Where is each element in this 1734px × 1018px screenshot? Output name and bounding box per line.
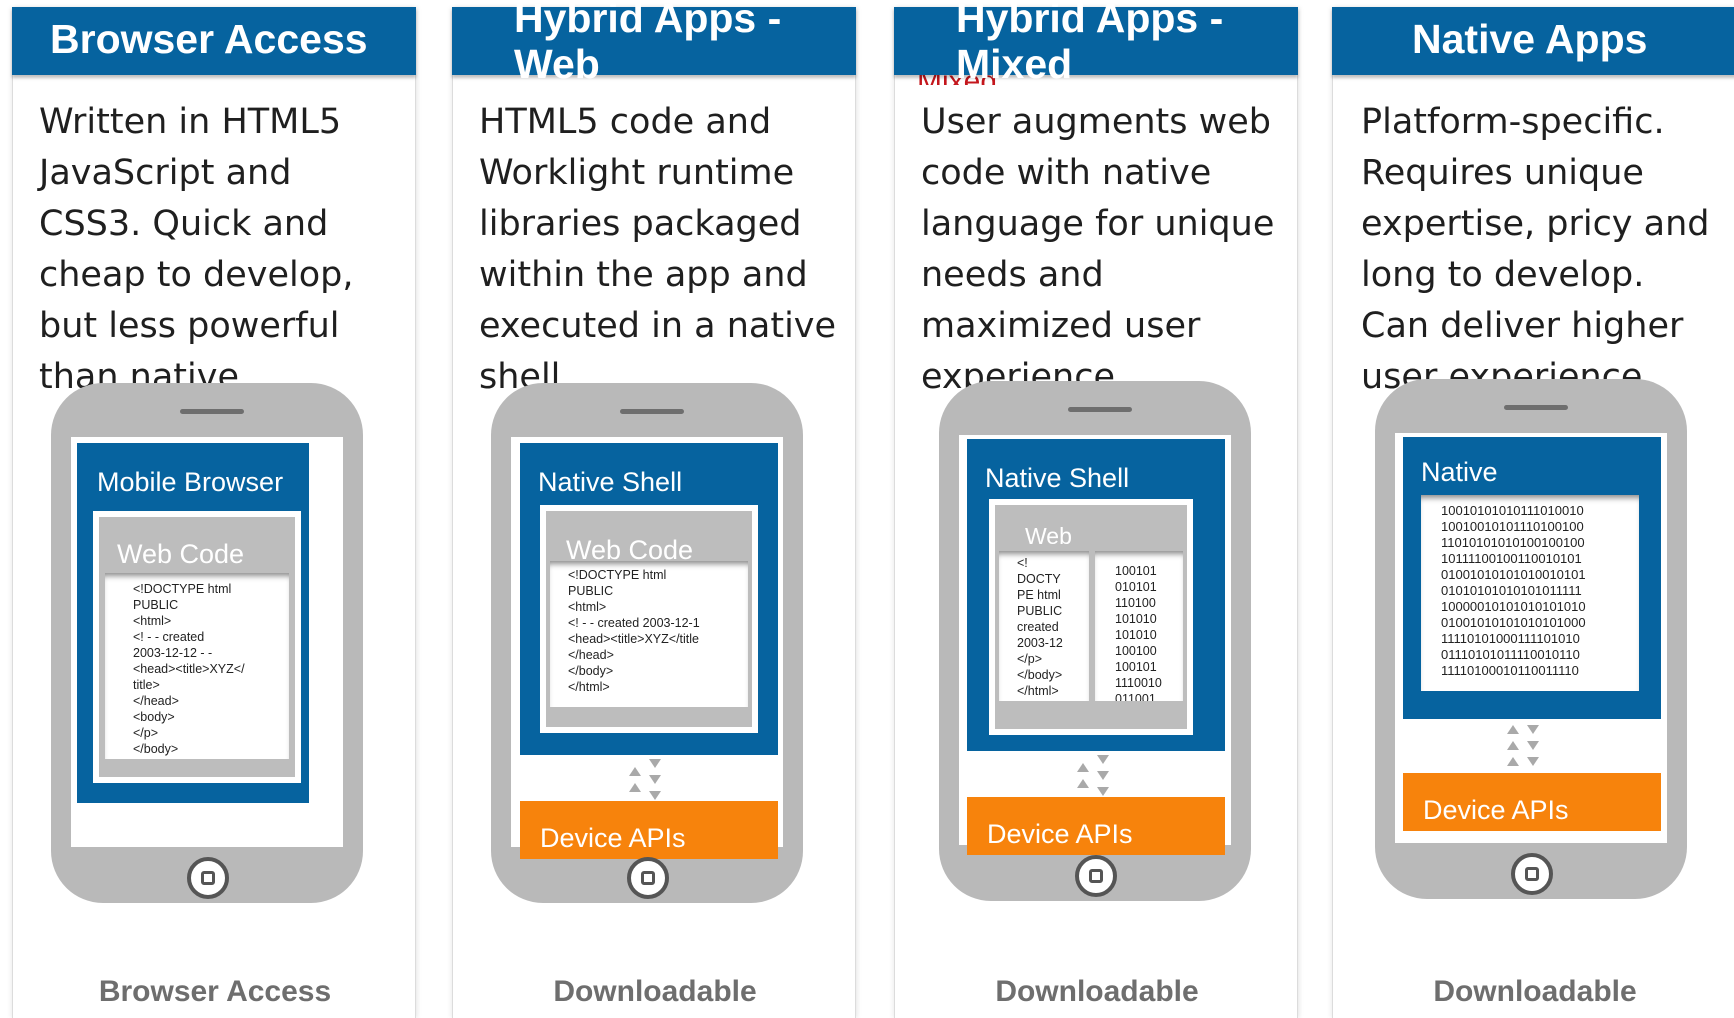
- column-header: Hybrid Apps - Mixed: [894, 0, 1298, 87]
- speaker-icon: [180, 409, 244, 414]
- device-apis-box: Device APIs: [1403, 773, 1661, 831]
- column-hybrid-mixed: Mixed Hybrid Apps - Mixed User augments …: [894, 0, 1298, 1018]
- phone-illustration: Native Shell Web Code <!DOCTYPE html PUB…: [491, 383, 803, 903]
- web-label: Web: [1025, 523, 1072, 549]
- code-listing: <! DOCTY PE html PUBLIC created 2003-12 …: [999, 551, 1089, 701]
- column-footer: Browser Access: [98, 975, 332, 1008]
- phone-illustration: Native 10010101010111010010 100100101011…: [1375, 379, 1687, 899]
- home-button-icon: [1075, 855, 1117, 897]
- phone-screen: Native Shell Web Code <!DOCTYPE html PUB…: [511, 437, 783, 859]
- header-title: Native Apps: [1412, 16, 1648, 62]
- phone-screen: Native Shell Web <! DOCTY PE html PUBLIC…: [959, 435, 1231, 855]
- header-title-line1: Hybrid Apps -: [514, 0, 782, 41]
- header-title-line2: Mixed: [956, 41, 1073, 87]
- phone-screen: Native 10010101010111010010 100100101011…: [1395, 433, 1667, 843]
- device-apis-box: Device APIs: [967, 797, 1225, 855]
- mobile-browser-label: Mobile Browser: [97, 467, 284, 497]
- device-apis-label: Device APIs: [540, 823, 686, 853]
- native-shell-box: Native Shell Web Code <!DOCTYPE html PUB…: [520, 443, 778, 755]
- device-apis-label: Device APIs: [1423, 795, 1569, 825]
- column-description: HTML5 code and Worklight runtime librari…: [479, 102, 837, 397]
- web-code-box: Web Code <!DOCTYPE html PUBLIC <html> <!…: [93, 511, 301, 783]
- native-label: Native: [1421, 457, 1498, 487]
- native-shell-box: Native Shell Web <! DOCTY PE html PUBLIC…: [967, 439, 1225, 751]
- column-footer: Downloadable: [1433, 975, 1637, 1008]
- column-description: Written in HTML5 JavaScript and CSS3. Qu…: [39, 102, 354, 397]
- column-hybrid-web: Hybrid Apps - Web HTML5 code and Worklig…: [452, 0, 856, 1018]
- header-title: Browser Access: [50, 16, 368, 62]
- device-apis-box: Device APIs: [520, 801, 778, 859]
- column-footer: Downloadable: [553, 975, 757, 1008]
- column-header: Native Apps: [1332, 7, 1734, 75]
- code-listing: <!DOCTYPE html PUBLIC <html> <! - - crea…: [105, 573, 289, 759]
- web-box: Web <! DOCTY PE html PUBLIC created 2003…: [989, 499, 1193, 735]
- speaker-icon: [1504, 405, 1568, 410]
- column-description: Platform-specific. Requires unique exper…: [1361, 102, 1710, 397]
- phone-screen: Mobile Browser Web Code <!DOCTYPE html P…: [71, 437, 343, 847]
- binary-listing: 100101 010101 110100 101010 101010 10010…: [1095, 551, 1183, 701]
- home-button-icon: [1511, 853, 1553, 895]
- native-box: Native 10010101010111010010 100100101011…: [1403, 437, 1661, 719]
- phone-illustration: Native Shell Web <! DOCTY PE html PUBLIC…: [939, 381, 1251, 901]
- web-code-box: Web Code <!DOCTYPE html PUBLIC <html> <!…: [540, 505, 758, 733]
- speaker-icon: [620, 409, 684, 414]
- column-native-apps: Native Apps Platform-specific. Requires …: [1332, 7, 1734, 1018]
- phone-illustration: Mobile Browser Web Code <!DOCTYPE html P…: [51, 383, 363, 903]
- header-title-line2: Web: [514, 41, 600, 87]
- code-listing: <!DOCTYPE html PUBLIC <html> <! - - crea…: [550, 561, 748, 707]
- native-shell-label: Native Shell: [985, 463, 1130, 493]
- column-description: User augments web code with native langu…: [921, 102, 1275, 397]
- speaker-icon: [1068, 407, 1132, 412]
- native-shell-label: Native Shell: [538, 467, 683, 497]
- column-browser-access: Browser Access Written in HTML5 JavaScri…: [12, 7, 416, 1018]
- home-button-icon: [627, 857, 669, 899]
- device-apis-label: Device APIs: [987, 819, 1133, 849]
- column-header: Hybrid Apps - Web: [452, 0, 856, 87]
- home-button-icon: [187, 857, 229, 899]
- header-title-line1: Hybrid Apps -: [956, 0, 1224, 41]
- column-header: Browser Access: [12, 7, 416, 75]
- web-code-label: Web Code: [117, 539, 245, 569]
- mobile-browser-box: Mobile Browser Web Code <!DOCTYPE html P…: [77, 443, 309, 803]
- binary-listing: 10010101010111010010 1001001010111010010…: [1421, 495, 1639, 691]
- column-footer: Downloadable: [995, 975, 1199, 1008]
